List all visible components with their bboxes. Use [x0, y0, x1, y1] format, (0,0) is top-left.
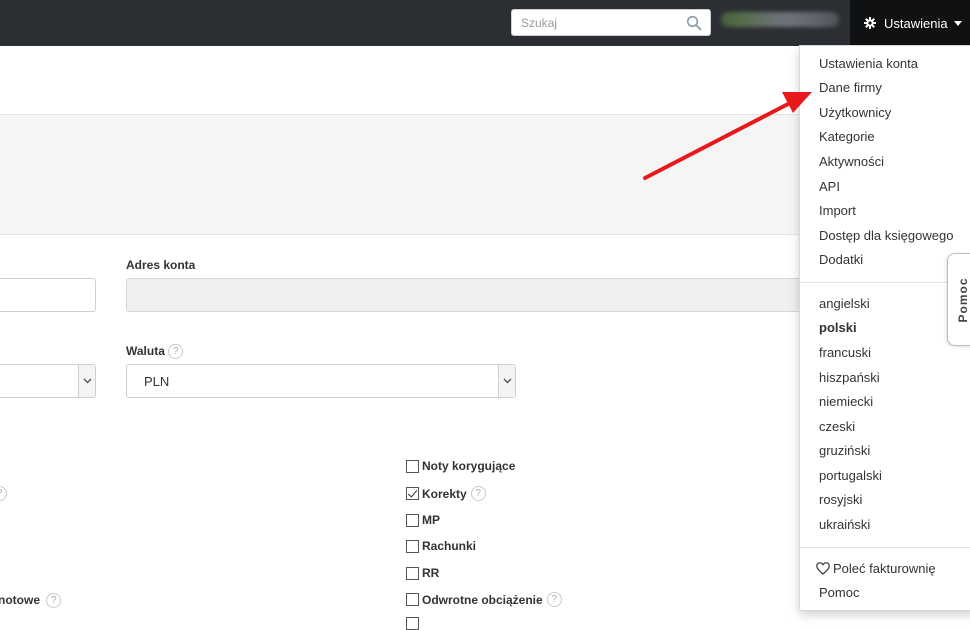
gear-icon [864, 17, 876, 29]
menu-item-polec-fakturownie[interactable]: Poleć fakturownię [816, 561, 936, 576]
help-icon[interactable]: ? [46, 593, 62, 609]
waluta-label-row: Waluta ? [126, 344, 184, 360]
menu-item-uzytkownicy[interactable]: Użytkownicy [819, 105, 891, 120]
waluta-label: Waluta [126, 344, 165, 358]
left-option-label: notowe ? [0, 593, 62, 609]
caret-down-icon [953, 21, 962, 26]
menu-item-kategorie[interactable]: Kategorie [819, 129, 875, 144]
checkbox-odwrotne-obciazenie[interactable]: Odwrotne obciążenie ? [406, 592, 562, 607]
checkbox-rr[interactable]: RR [406, 566, 439, 580]
checkbox-korekty[interactable]: Korekty ? [406, 486, 486, 501]
search-icon[interactable] [686, 15, 702, 31]
checkbox-partial[interactable] [406, 617, 422, 630]
language-item-angielski[interactable]: angielski [819, 296, 870, 311]
language-item-hiszpanski[interactable]: hiszpański [819, 370, 880, 385]
menu-item-aktywnosci[interactable]: Aktywności [819, 154, 884, 169]
language-item-ukrainski[interactable]: ukraiński [819, 517, 870, 532]
checkbox[interactable] [406, 593, 419, 606]
language-item-rosyjski[interactable]: rosyjski [819, 492, 862, 507]
waluta-value: PLN [144, 374, 170, 389]
chevron-down-icon [498, 365, 515, 397]
top-navbar: Ustawienia [0, 0, 970, 46]
menu-item-pomoc[interactable]: Pomoc [819, 585, 859, 600]
help-icon[interactable]: ? [470, 486, 486, 501]
help-icon[interactable]: ? [168, 344, 184, 360]
menu-item-ustawienia-konta[interactable]: Ustawienia konta [819, 56, 918, 71]
menu-item-api[interactable]: API [819, 179, 840, 194]
menu-item-dostep-dla-ksiegowego[interactable]: Dostęp dla księgowego [819, 228, 953, 243]
chevron-down-icon [78, 365, 95, 397]
language-item-francuski[interactable]: francuski [819, 345, 871, 360]
menu-item-dane-firmy[interactable]: Dane firmy [819, 80, 882, 95]
help-side-tab[interactable]: Pomoc [947, 253, 970, 346]
menu-divider [800, 282, 970, 283]
checkbox-mp[interactable]: MP [406, 513, 440, 527]
adres-konta-input [126, 278, 826, 312]
settings-label: Ustawienia [884, 15, 948, 31]
checkbox-rachunki[interactable]: Rachunki [406, 539, 476, 553]
language-item-czeski[interactable]: czeski [819, 419, 855, 434]
settings-dropdown-menu: Ustawienia konta Dane firmy Użytkownicy … [799, 45, 970, 611]
search-box[interactable] [511, 9, 711, 36]
checkbox[interactable] [406, 539, 419, 553]
checkbox[interactable] [406, 487, 419, 500]
waluta-select[interactable]: PLN [126, 364, 516, 398]
help-icon[interactable]: ? [546, 592, 562, 607]
checkbox[interactable] [406, 513, 419, 527]
left-select[interactable] [0, 364, 96, 398]
help-icon[interactable]: ? [0, 486, 7, 501]
language-item-portugalski[interactable]: portugalski [819, 468, 882, 483]
heart-icon [816, 562, 830, 575]
search-input[interactable] [512, 10, 677, 35]
menu-item-import[interactable]: Import [819, 203, 856, 218]
checkbox[interactable] [406, 617, 419, 630]
checkbox[interactable] [406, 566, 419, 580]
checkbox[interactable] [406, 459, 419, 473]
language-item-polski[interactable]: polski [819, 320, 857, 335]
user-account-redacted[interactable] [721, 12, 839, 27]
language-item-gruzinski[interactable]: gruziński [819, 443, 870, 458]
help-tab-label: Pomoc [955, 276, 970, 323]
settings-dropdown-toggle[interactable]: Ustawienia [850, 0, 970, 46]
checkbox-noty-korygujace[interactable]: Noty korygujące [406, 459, 515, 473]
language-item-niemiecki[interactable]: niemiecki [819, 394, 873, 409]
left-text-input[interactable] [0, 278, 96, 312]
adres-konta-label: Adres konta [126, 258, 196, 272]
menu-divider [800, 547, 970, 548]
menu-item-dodatki[interactable]: Dodatki [819, 252, 863, 267]
